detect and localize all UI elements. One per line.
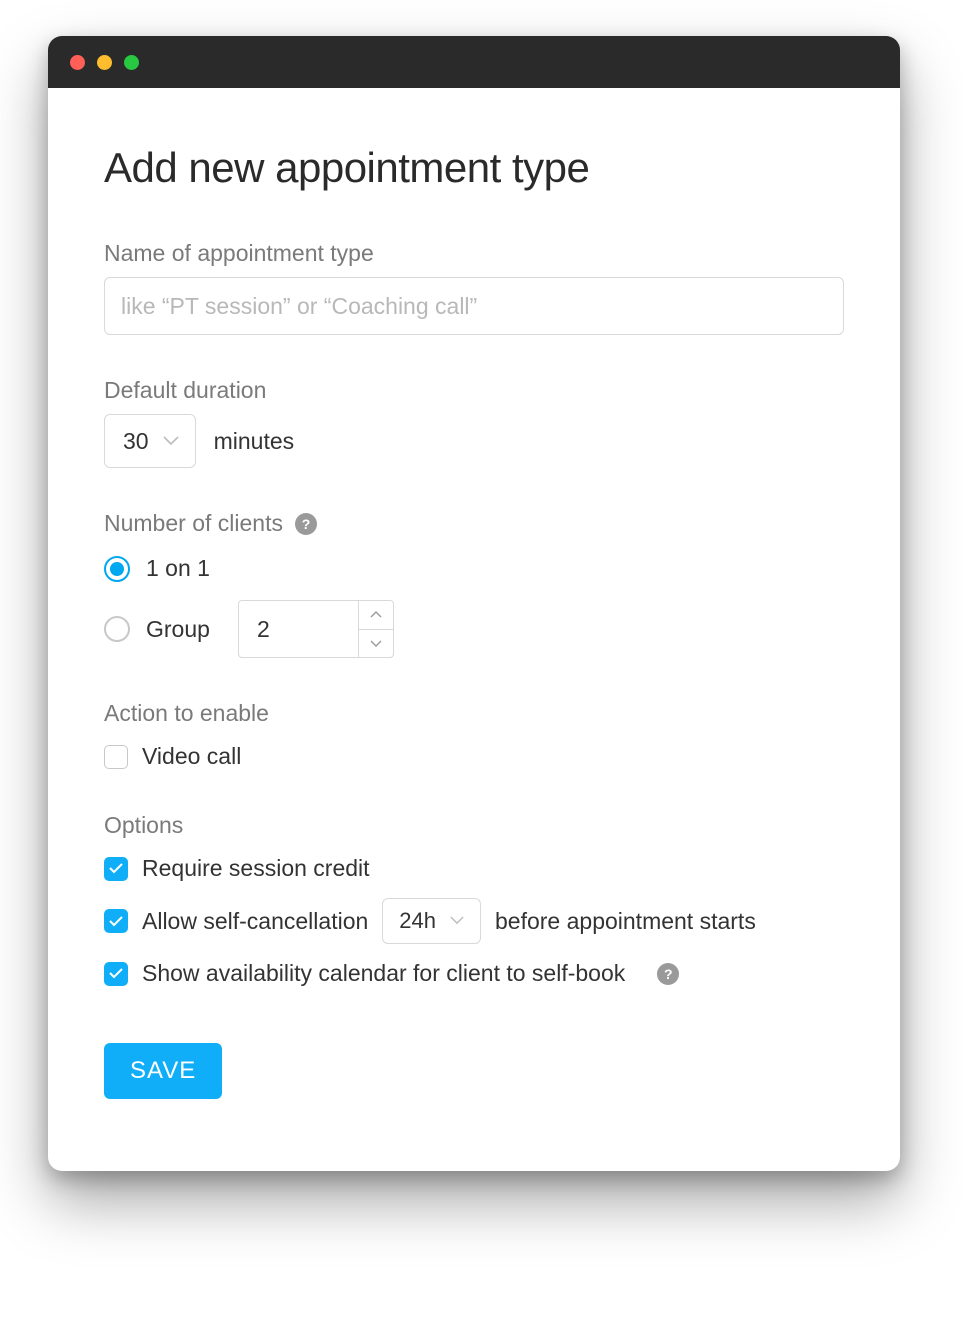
field-clients: Number of clients ? 1 on 1 Group 2 <box>104 510 844 658</box>
field-options: Options Require session credit Allow sel… <box>104 812 844 987</box>
self-cancel-suffix: before appointment starts <box>495 908 756 935</box>
field-duration: Default duration 30 minutes <box>104 377 844 468</box>
name-input[interactable] <box>104 277 844 335</box>
page-title: Add new appointment type <box>104 144 844 192</box>
duration-label: Default duration <box>104 377 844 404</box>
radio-group-label: Group <box>146 616 210 643</box>
stepper-up[interactable] <box>359 601 393 630</box>
show-availability-label: Show availability calendar for client to… <box>142 960 625 987</box>
radio-group[interactable] <box>104 616 130 642</box>
require-credit-row: Require session credit <box>104 855 844 882</box>
options-label: Options <box>104 812 844 839</box>
require-credit-checkbox[interactable] <box>104 857 128 881</box>
self-cancel-row: Allow self-cancellation 24h before appoi… <box>104 898 844 944</box>
video-call-row: Video call <box>104 743 844 770</box>
help-icon[interactable]: ? <box>657 963 679 985</box>
show-availability-checkbox[interactable] <box>104 962 128 986</box>
group-count-value: 2 <box>239 601 359 657</box>
chevron-down-icon <box>450 916 466 926</box>
field-name: Name of appointment type <box>104 240 844 335</box>
self-cancel-checkbox[interactable] <box>104 909 128 933</box>
window-close-icon[interactable] <box>70 55 85 70</box>
radio-one-on-one-label: 1 on 1 <box>146 555 210 582</box>
radio-one-on-one-row: 1 on 1 <box>104 555 844 582</box>
require-credit-label: Require session credit <box>142 855 370 882</box>
stepper-down[interactable] <box>359 630 393 658</box>
clients-label: Number of clients ? <box>104 510 844 537</box>
video-call-checkbox[interactable] <box>104 745 128 769</box>
name-label: Name of appointment type <box>104 240 844 267</box>
save-button[interactable]: SAVE <box>104 1043 222 1099</box>
app-window: Add new appointment type Name of appoint… <box>48 36 900 1171</box>
group-count-stepper[interactable]: 2 <box>238 600 394 658</box>
window-titlebar <box>48 36 900 88</box>
chevron-down-icon <box>163 436 179 446</box>
video-call-label: Video call <box>142 743 241 770</box>
cancel-window-value: 24h <box>399 908 436 934</box>
cancel-window-select[interactable]: 24h <box>382 898 481 944</box>
action-label: Action to enable <box>104 700 844 727</box>
self-cancel-label: Allow self-cancellation <box>142 908 368 935</box>
stepper-arrows <box>359 601 393 657</box>
show-availability-row: Show availability calendar for client to… <box>104 960 844 987</box>
duration-value: 30 <box>123 428 149 455</box>
field-action: Action to enable Video call <box>104 700 844 770</box>
window-zoom-icon[interactable] <box>124 55 139 70</box>
duration-select[interactable]: 30 <box>104 414 196 468</box>
window-minimize-icon[interactable] <box>97 55 112 70</box>
help-icon[interactable]: ? <box>295 513 317 535</box>
radio-one-on-one[interactable] <box>104 556 130 582</box>
duration-unit: minutes <box>214 428 295 455</box>
form-content: Add new appointment type Name of appoint… <box>48 88 900 1171</box>
radio-group-row: Group 2 <box>104 600 844 658</box>
